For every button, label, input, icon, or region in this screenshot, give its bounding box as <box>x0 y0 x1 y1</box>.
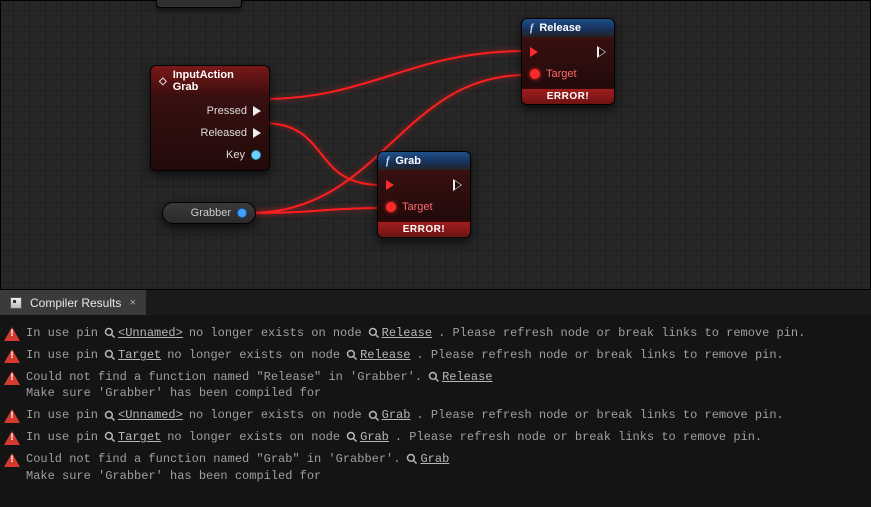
pin-target[interactable]: Target <box>378 196 470 218</box>
node-inputaction-grab[interactable]: ◇ InputAction Grab Pressed Released Key <box>150 65 270 171</box>
compiler-message: In use pinTarget no longer exists on nod… <box>4 347 867 364</box>
node-body: Target <box>378 170 470 222</box>
data-in-icon <box>386 202 396 212</box>
search-node-link[interactable]: Release <box>428 369 492 386</box>
warning-icon <box>4 327 20 341</box>
error-bar: ERROR! <box>378 222 470 237</box>
blueprint-icon <box>10 297 22 309</box>
node-header: f Grab <box>378 152 470 170</box>
search-node-link[interactable]: Grab <box>346 429 389 446</box>
event-icon: ◇ <box>159 76 167 87</box>
node-header: f Release <box>522 19 614 37</box>
ghost-node <box>156 0 242 8</box>
warning-icon <box>4 409 20 423</box>
compiler-message: Could not find a function named "Release… <box>4 369 867 403</box>
function-icon: f <box>386 156 389 167</box>
search-node-link[interactable]: Grab <box>406 451 449 468</box>
tab-label: Compiler Results <box>30 296 121 310</box>
node-body: Pressed Released Key <box>151 96 269 170</box>
compiler-message: In use pin<Unnamed> no longer exists on … <box>4 325 867 342</box>
warning-icon <box>4 453 20 467</box>
exec-row[interactable] <box>378 174 470 196</box>
compiler-message: In use pinTarget no longer exists on nod… <box>4 429 867 446</box>
message-list[interactable]: In use pin<Unnamed> no longer exists on … <box>0 315 871 507</box>
data-in-icon <box>530 69 540 79</box>
compiler-results-panel: Compiler Results × In use pin<Unnamed> n… <box>0 290 871 507</box>
wires-layer <box>1 1 870 289</box>
search-pin-link[interactable]: <Unnamed> <box>104 407 183 424</box>
node-body: Grabber <box>163 203 255 223</box>
exec-in-icon <box>386 180 394 190</box>
node-title: Release <box>539 22 581 34</box>
data-out-icon <box>237 208 247 218</box>
exec-out-icon <box>454 180 462 190</box>
node-title: InputAction Grab <box>173 69 261 93</box>
pin-key[interactable]: Key <box>151 144 269 166</box>
blueprint-graph[interactable]: ◇ InputAction Grab Pressed Released Key … <box>0 0 871 290</box>
function-icon: f <box>530 23 533 34</box>
node-title: Grab <box>395 155 421 167</box>
warning-icon <box>4 431 20 445</box>
search-pin-link[interactable]: <Unnamed> <box>104 325 183 342</box>
warning-icon <box>4 349 20 363</box>
var-label: Grabber <box>191 207 231 219</box>
node-header: ◇ InputAction Grab <box>151 66 269 96</box>
search-node-link[interactable]: Release <box>346 347 410 364</box>
compiler-message: Could not find a function named "Grab" i… <box>4 451 867 485</box>
search-node-link[interactable]: Release <box>368 325 432 342</box>
tab-compiler-results[interactable]: Compiler Results × <box>0 290 146 315</box>
exec-in-icon <box>530 47 538 57</box>
search-node-link[interactable]: Grab <box>368 407 411 424</box>
panel-tabs: Compiler Results × <box>0 290 871 315</box>
error-bar: ERROR! <box>522 89 614 104</box>
node-release[interactable]: f Release Target ERROR! <box>521 18 615 105</box>
node-grab[interactable]: f Grab Target ERROR! <box>377 151 471 238</box>
pin-pressed[interactable]: Pressed <box>151 100 269 122</box>
warning-icon <box>4 371 20 385</box>
compiler-message: In use pin<Unnamed> no longer exists on … <box>4 407 867 424</box>
exec-out-icon <box>253 128 261 138</box>
pin-released[interactable]: Released <box>151 122 269 144</box>
exec-row[interactable] <box>522 41 614 63</box>
close-icon[interactable]: × <box>129 295 136 310</box>
exec-out-icon <box>253 106 261 116</box>
search-pin-link[interactable]: Target <box>104 347 161 364</box>
data-out-icon <box>251 150 261 160</box>
node-grabber-var[interactable]: Grabber <box>162 202 256 224</box>
exec-out-icon <box>598 47 606 57</box>
search-pin-link[interactable]: Target <box>104 429 161 446</box>
pin-target[interactable]: Target <box>522 63 614 85</box>
node-body: Target <box>522 37 614 89</box>
